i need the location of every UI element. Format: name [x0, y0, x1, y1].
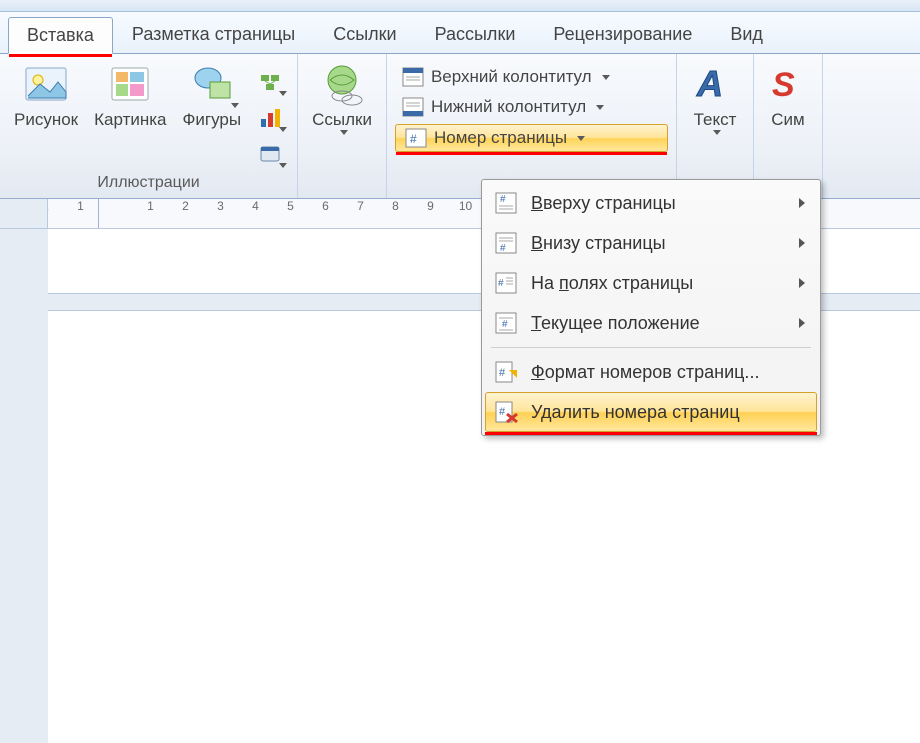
vertical-ruler — [0, 229, 48, 743]
page-margins-icon: # — [493, 271, 519, 295]
tab-view[interactable]: Вид — [711, 16, 782, 53]
shapes-label: Фигуры — [183, 110, 242, 130]
chevron-down-icon — [340, 130, 348, 135]
shapes-button[interactable]: Фигуры — [177, 58, 248, 134]
page-bottom-icon: # — [493, 231, 519, 255]
chevron-down-icon — [596, 105, 604, 110]
hyperlink-icon — [318, 62, 366, 106]
menu-top-of-page[interactable]: # Вверху страницы — [485, 183, 817, 223]
picture-icon — [22, 62, 70, 106]
clipart-button[interactable]: Картинка — [88, 58, 172, 134]
menu-format-page-numbers[interactable]: # Формат номеров страниц... — [485, 352, 817, 392]
menu-current-position[interactable]: # Текущее положение — [485, 303, 817, 343]
chevron-down-icon — [577, 136, 585, 141]
svg-text:S: S — [772, 66, 795, 104]
menu-page-margins[interactable]: # На полях страницы — [485, 263, 817, 303]
links-button[interactable]: Ссылки — [306, 58, 378, 139]
svg-text:A: A — [696, 63, 723, 104]
menu-label: Формат номеров страниц... — [531, 362, 759, 383]
clipart-icon — [106, 62, 154, 106]
header-icon — [401, 66, 425, 88]
menu-label: Текущее положение — [531, 313, 700, 334]
ribbon-tabs: Вставка Разметка страницы Ссылки Рассылк… — [0, 12, 920, 54]
svg-text:#: # — [499, 367, 506, 379]
tab-label: Вставка — [27, 25, 94, 45]
group-label — [306, 190, 378, 196]
highlight-underline — [396, 152, 667, 155]
group-illustrations: Рисунок Картинка Фигуры — [0, 54, 298, 198]
page-number-menu: # Вверху страницы # Внизу страницы # На … — [481, 179, 821, 436]
group-symbols: S Сим — [754, 54, 823, 198]
group-links: Ссылки — [298, 54, 387, 198]
svg-text:#: # — [499, 406, 506, 418]
menu-remove-page-numbers[interactable]: # Удалить номера страниц — [485, 392, 817, 432]
menu-label: На полях страницы — [531, 273, 693, 294]
header-label: Верхний колонтитул — [431, 67, 592, 87]
tab-references[interactable]: Ссылки — [314, 16, 415, 53]
ruler-gutter — [0, 199, 48, 228]
clipart-label: Картинка — [94, 110, 166, 130]
group-label: Иллюстрации — [8, 172, 289, 196]
current-position-icon: # — [493, 311, 519, 335]
header-button[interactable]: Верхний колонтитул — [395, 64, 668, 90]
chart-button[interactable] — [251, 100, 289, 136]
menu-label: Внизу страницы — [531, 233, 666, 254]
page-top-icon: # — [493, 191, 519, 215]
chevron-down-icon — [602, 75, 610, 80]
footer-button[interactable]: Нижний колонтитул — [395, 94, 668, 120]
picture-button[interactable]: Рисунок — [8, 58, 84, 134]
menu-label: Удалить номера страниц — [531, 402, 740, 423]
menu-bottom-of-page[interactable]: # Внизу страницы — [485, 223, 817, 263]
svg-text:#: # — [500, 243, 506, 254]
group-header-footer: Верхний колонтитул Нижний колонтитул # Н… — [387, 54, 677, 198]
symbols-label: Сим — [771, 110, 804, 130]
highlight-underline — [485, 432, 817, 435]
smartart-button[interactable] — [251, 64, 289, 100]
format-page-numbers-icon: # — [493, 360, 519, 384]
footer-icon — [401, 96, 425, 118]
ribbon: Рисунок Картинка Фигуры — [0, 54, 920, 199]
chart-icon — [259, 107, 281, 129]
symbol-icon: S — [768, 62, 808, 106]
links-label: Ссылки — [312, 110, 372, 130]
svg-text:#: # — [502, 319, 508, 330]
screenshot-icon — [259, 143, 281, 165]
svg-text:#: # — [500, 194, 506, 205]
svg-text:#: # — [498, 278, 504, 289]
tab-page-layout[interactable]: Разметка страницы — [113, 16, 314, 53]
tab-review[interactable]: Рецензирование — [534, 16, 711, 53]
smartart-icon — [259, 71, 281, 93]
chevron-down-icon — [231, 103, 239, 108]
group-text: A Текст — [677, 54, 754, 198]
svg-text:#: # — [410, 132, 417, 146]
wordart-icon: A — [691, 62, 739, 106]
page-number-button[interactable]: # Номер страницы — [395, 124, 668, 152]
shapes-icon — [188, 62, 236, 106]
menu-separator — [491, 347, 811, 348]
remove-page-numbers-icon: # — [493, 400, 519, 424]
tab-mailings[interactable]: Рассылки — [416, 16, 535, 53]
tab-insert[interactable]: Вставка — [8, 17, 113, 54]
footer-label: Нижний колонтитул — [431, 97, 586, 117]
page-number-icon: # — [404, 127, 428, 149]
highlight-underline — [9, 54, 112, 57]
picture-label: Рисунок — [14, 110, 78, 130]
symbols-button[interactable]: S Сим — [762, 58, 814, 134]
menu-label: Вверху страницы — [531, 193, 676, 214]
page-number-label: Номер страницы — [434, 128, 567, 148]
screenshot-button[interactable] — [251, 136, 289, 172]
text-label: Текст — [694, 110, 737, 130]
chevron-down-icon — [713, 130, 721, 135]
wordart-button[interactable]: A Текст — [685, 58, 745, 139]
